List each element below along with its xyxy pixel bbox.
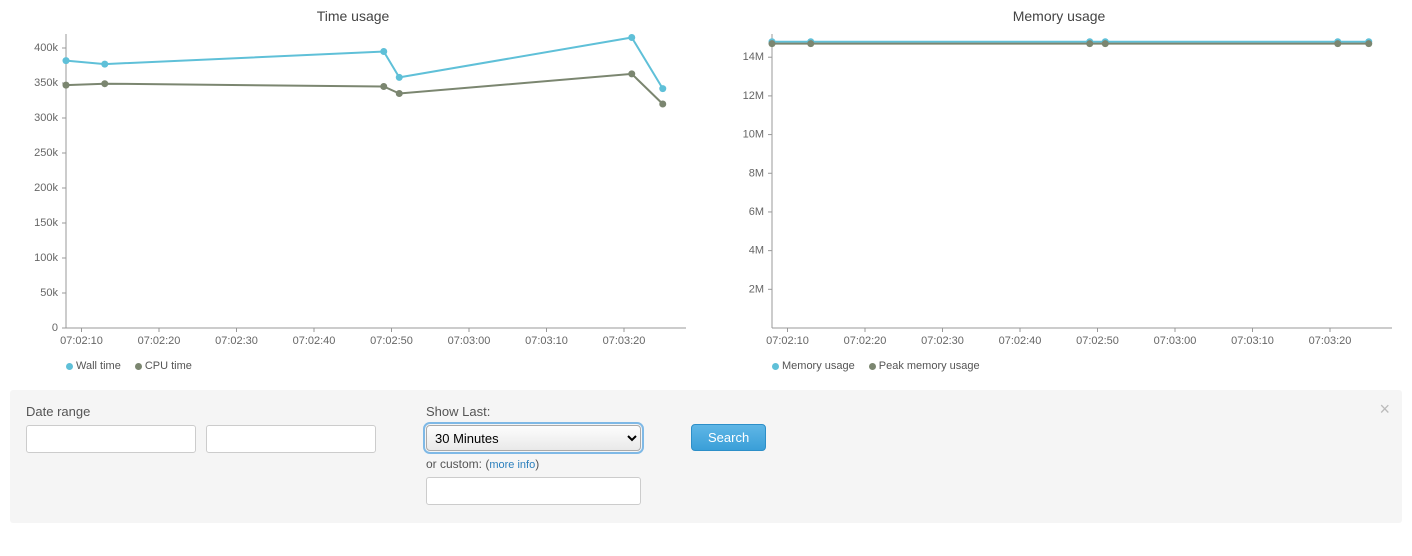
svg-text:100k: 100k bbox=[34, 252, 58, 264]
svg-text:07:02:40: 07:02:40 bbox=[293, 335, 336, 347]
svg-text:07:02:50: 07:02:50 bbox=[1076, 335, 1119, 347]
svg-text:07:02:50: 07:02:50 bbox=[370, 335, 413, 347]
svg-text:50k: 50k bbox=[40, 287, 58, 299]
svg-text:300k: 300k bbox=[34, 112, 58, 124]
svg-text:07:03:00: 07:03:00 bbox=[1154, 335, 1197, 347]
svg-text:0: 0 bbox=[52, 322, 58, 334]
date-range-label: Date range bbox=[26, 404, 376, 419]
svg-text:400k: 400k bbox=[34, 42, 58, 54]
memory-usage-chart-panel: Memory usage 2M 4M 6M 8M 10M 12M 14M 07:02:10 07… bbox=[716, 8, 1402, 372]
svg-text:6M: 6M bbox=[749, 206, 764, 218]
show-last-select[interactable]: 30 Minutes bbox=[426, 425, 641, 451]
search-button[interactable]: Search bbox=[691, 424, 766, 451]
date-range-end-input[interactable] bbox=[206, 425, 376, 453]
svg-text:07:03:20: 07:03:20 bbox=[1309, 335, 1352, 347]
svg-text:07:02:20: 07:02:20 bbox=[138, 335, 181, 347]
svg-text:07:02:40: 07:02:40 bbox=[999, 335, 1042, 347]
svg-text:200k: 200k bbox=[34, 182, 58, 194]
svg-text:14M: 14M bbox=[743, 51, 764, 63]
svg-text:07:02:30: 07:02:30 bbox=[215, 335, 258, 347]
svg-text:150k: 150k bbox=[34, 217, 58, 229]
time-usage-chart-panel: Time usage 0 50k 100k 150k 200k 250k 300k 350k 4… bbox=[10, 8, 696, 372]
svg-text:250k: 250k bbox=[34, 147, 58, 159]
svg-text:07:02:20: 07:02:20 bbox=[844, 335, 887, 347]
more-info-link[interactable]: more info bbox=[489, 459, 535, 471]
svg-text:350k: 350k bbox=[34, 77, 58, 89]
close-icon[interactable]: × bbox=[1379, 400, 1390, 418]
custom-range-input[interactable] bbox=[426, 477, 641, 505]
filter-controls: Date range Show Last: 30 Minutes or cust… bbox=[10, 390, 1402, 523]
svg-text:4M: 4M bbox=[749, 245, 764, 257]
or-custom-text: or custom: (more info) bbox=[426, 457, 641, 471]
svg-text:07:02:10: 07:02:10 bbox=[766, 335, 809, 347]
time-usage-legend: Wall timeCPU time bbox=[10, 360, 696, 372]
memory-usage-legend: Memory usagePeak memory usage bbox=[716, 360, 1402, 372]
svg-text:12M: 12M bbox=[743, 90, 764, 102]
show-last-group: Show Last: 30 Minutes or custom: (more i… bbox=[426, 404, 641, 505]
svg-text:07:03:20: 07:03:20 bbox=[603, 335, 646, 347]
show-last-label: Show Last: bbox=[426, 404, 641, 419]
svg-text:07:03:10: 07:03:10 bbox=[1231, 335, 1274, 347]
svg-text:8M: 8M bbox=[749, 167, 764, 179]
svg-text:2M: 2M bbox=[749, 283, 764, 295]
svg-text:07:03:10: 07:03:10 bbox=[525, 335, 568, 347]
chart-title: Memory usage bbox=[716, 8, 1402, 24]
svg-text:07:02:10: 07:02:10 bbox=[60, 335, 103, 347]
date-range-group: Date range bbox=[26, 404, 376, 453]
date-range-start-input[interactable] bbox=[26, 425, 196, 453]
time-usage-chart[interactable]: 0 50k 100k 150k 200k 250k 300k 350k 400k 07:02:10… bbox=[10, 28, 696, 358]
svg-text:10M: 10M bbox=[743, 129, 764, 141]
memory-usage-chart[interactable]: 2M 4M 6M 8M 10M 12M 14M 07:02:10 07:02:20 07:02:3… bbox=[716, 28, 1402, 358]
svg-text:07:02:30: 07:02:30 bbox=[921, 335, 964, 347]
chart-title: Time usage bbox=[10, 8, 696, 24]
svg-text:07:03:00: 07:03:00 bbox=[448, 335, 491, 347]
